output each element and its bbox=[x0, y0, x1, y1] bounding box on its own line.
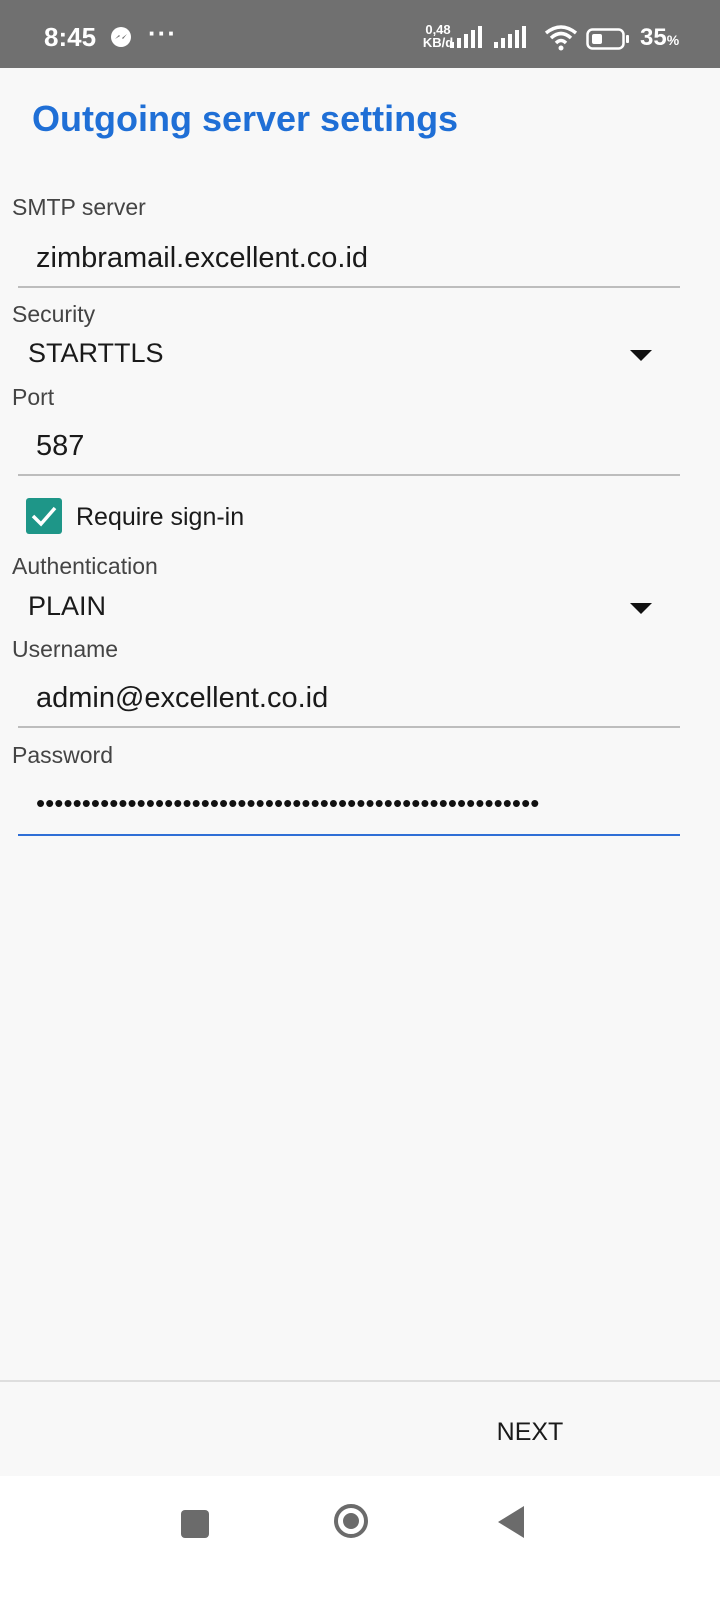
recents-icon[interactable] bbox=[181, 1510, 209, 1538]
next-button[interactable]: NEXT bbox=[480, 1410, 580, 1454]
require-signin-label: Require sign-in bbox=[76, 503, 245, 531]
status-bar: 8:45 ··· 0,48 KB/d 35% bbox=[0, 0, 720, 68]
dropdown-arrow-icon bbox=[630, 350, 652, 361]
security-label: Security bbox=[12, 301, 96, 327]
messenger-icon bbox=[111, 27, 131, 47]
authentication-select[interactable]: PLAIN bbox=[18, 587, 680, 631]
username-label: Username bbox=[12, 636, 119, 662]
smtp-server-label: SMTP server bbox=[12, 194, 146, 220]
footer-divider bbox=[0, 1380, 720, 1382]
dropdown-arrow-icon bbox=[630, 603, 652, 614]
security-value: STARTTLS bbox=[28, 338, 164, 368]
authentication-label: Authentication bbox=[12, 553, 158, 579]
navigation-bar bbox=[0, 1476, 720, 1600]
status-time: 8:45 bbox=[44, 22, 97, 52]
wifi-icon bbox=[544, 25, 578, 51]
smtp-server-value: zimbramail.excellent.co.id bbox=[36, 242, 369, 274]
smtp-server-input[interactable]: zimbramail.excellent.co.id bbox=[18, 228, 680, 288]
password-label: Password bbox=[12, 742, 113, 768]
battery-percent: 35% bbox=[640, 24, 680, 51]
checkbox-checked-icon[interactable] bbox=[26, 498, 62, 534]
authentication-value: PLAIN bbox=[28, 591, 107, 621]
home-icon[interactable] bbox=[334, 1504, 368, 1538]
more-notifications-icon: ··· bbox=[148, 18, 177, 48]
battery-icon bbox=[586, 28, 629, 50]
signal-icon-2 bbox=[494, 26, 526, 48]
require-signin-checkbox[interactable]: Require sign-in bbox=[26, 498, 326, 538]
password-input[interactable]: ••••••••••••••••••••••••••••••••••••••••… bbox=[18, 776, 680, 836]
port-input[interactable]: 587 bbox=[18, 418, 680, 476]
username-input[interactable]: admin@excellent.co.id bbox=[18, 668, 680, 728]
port-label: Port bbox=[12, 384, 55, 410]
password-value: ••••••••••••••••••••••••••••••••••••••••… bbox=[36, 788, 540, 818]
back-icon[interactable] bbox=[498, 1506, 524, 1538]
signal-icon bbox=[450, 26, 482, 48]
port-value: 587 bbox=[36, 430, 85, 462]
security-select[interactable]: STARTTLS bbox=[18, 334, 680, 378]
page-title: Outgoing server settings bbox=[32, 98, 459, 139]
username-value: admin@excellent.co.id bbox=[36, 682, 329, 714]
